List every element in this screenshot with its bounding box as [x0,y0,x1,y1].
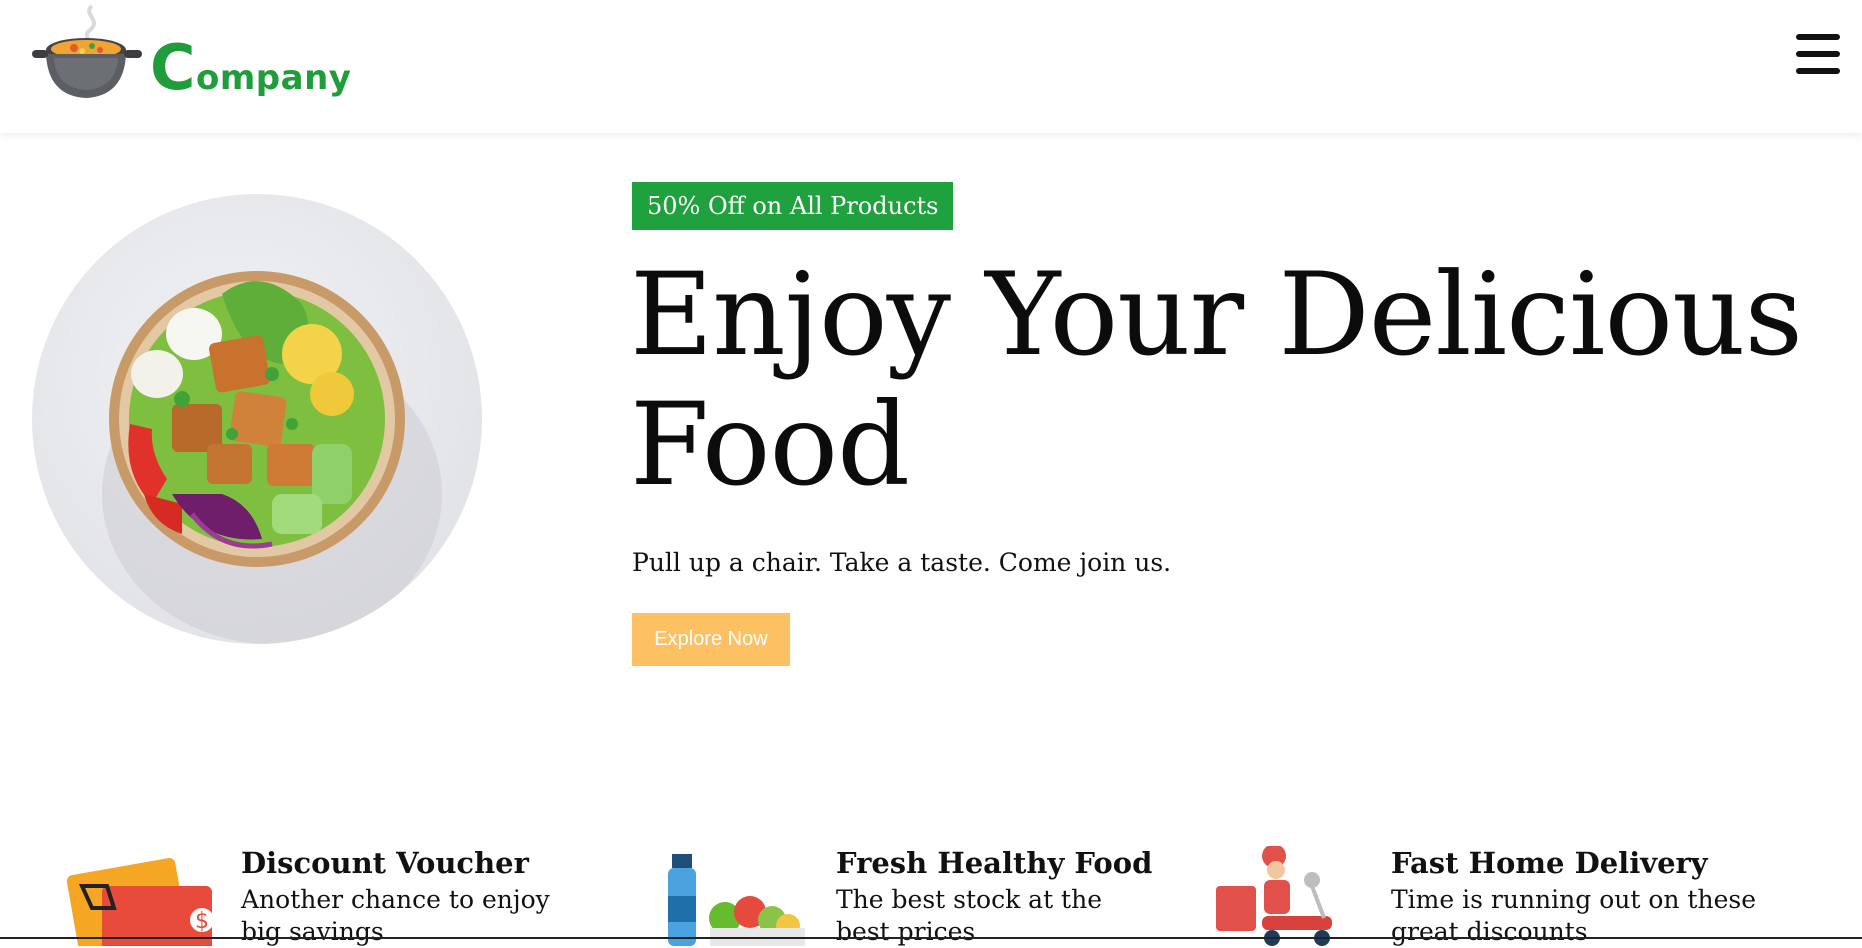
soup-pot-icon [32,4,142,98]
delivery-scooter-icon [1216,846,1332,946]
svg-text:$: $ [195,909,209,934]
explore-now-button[interactable]: Explore Now [632,613,790,666]
discount-voucher-icon: $ [66,858,212,946]
feature-title: Discount Voucher [241,846,529,880]
healthy-food-icon [668,854,805,946]
feature-title: Fast Home Delivery [1391,846,1708,880]
logo-text: Company [150,31,352,104]
hamburger-menu-icon[interactable] [1796,34,1840,74]
discount-badge: 50% Off on All Products [632,182,954,230]
hero-title: Enjoy Your Delicious Food [630,248,1803,511]
feature-title: Fresh Healthy Food [836,846,1153,880]
hero-subtitle: Pull up a chair. Take a taste. Come join… [632,548,1172,577]
site-header: Company [0,0,1862,133]
salad-bowl-image [32,194,482,644]
company-logo[interactable]: Company [30,4,351,104]
